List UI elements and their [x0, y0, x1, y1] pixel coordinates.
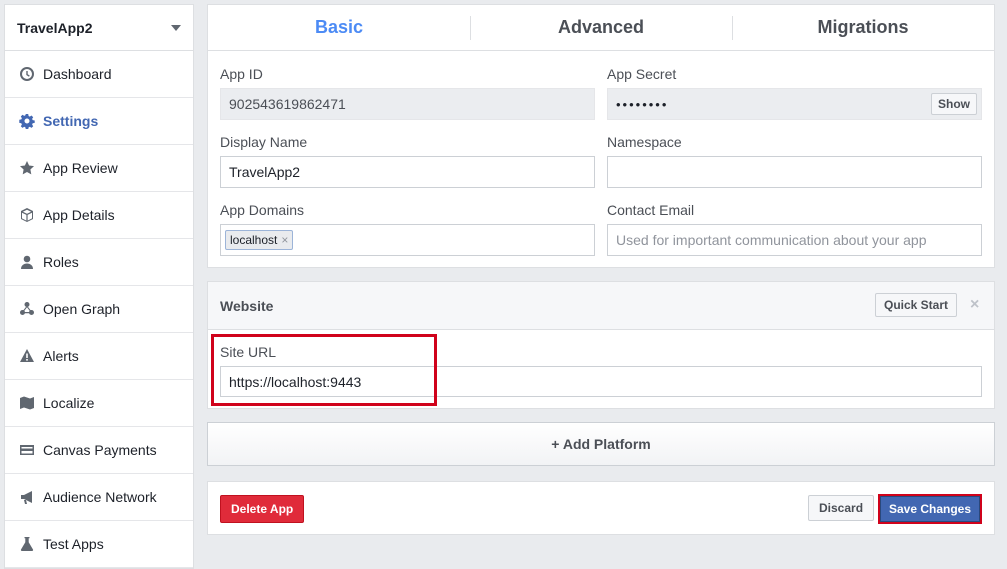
quick-start-button[interactable]: Quick Start	[875, 293, 958, 317]
sidebar-item-localize[interactable]: Localize	[5, 380, 193, 427]
sidebar-item-alerts[interactable]: Alerts	[5, 333, 193, 380]
tab-advanced[interactable]: Advanced	[470, 5, 732, 50]
star-icon	[18, 160, 35, 177]
user-icon	[18, 254, 35, 271]
namespace-input[interactable]	[607, 156, 982, 188]
sidebar-item-audience-network[interactable]: Audience Network	[5, 474, 193, 521]
save-highlight: Save Changes	[878, 494, 982, 524]
flask-icon	[18, 536, 35, 553]
sidebar-item-open-graph[interactable]: Open Graph	[5, 286, 193, 333]
app-name: TravelApp2	[17, 19, 93, 36]
sidebar-item-test-apps[interactable]: Test Apps	[5, 521, 193, 568]
sidebar-item-canvas-payments[interactable]: Canvas Payments	[5, 427, 193, 474]
app-id-field: 902543619862471	[220, 88, 595, 120]
tab-basic[interactable]: Basic	[208, 5, 470, 50]
sidebar-item-roles[interactable]: Roles	[5, 239, 193, 286]
warning-icon	[18, 348, 35, 365]
namespace-label: Namespace	[607, 134, 682, 150]
app-secret-label: App Secret	[607, 66, 677, 82]
dashboard-icon	[18, 66, 35, 83]
caret-down-icon	[171, 24, 181, 31]
cube-icon	[18, 207, 35, 224]
contact-email-label: Contact Email	[607, 202, 695, 218]
app-selector[interactable]: TravelApp2	[5, 5, 193, 51]
sidebar: TravelApp2 Dashboard Settings App Review…	[4, 4, 194, 569]
tab-migrations[interactable]: Migrations	[732, 5, 994, 50]
sidebar-item-settings[interactable]: Settings	[5, 98, 193, 145]
show-secret-button[interactable]: Show	[931, 93, 977, 115]
settings-panel: Basic Advanced Migrations App ID 9025436…	[207, 4, 995, 268]
app-domains-label: App Domains	[220, 202, 305, 218]
megaphone-icon	[18, 489, 35, 506]
save-changes-button[interactable]: Save Changes	[880, 496, 980, 522]
sidebar-item-app-details[interactable]: App Details	[5, 192, 193, 239]
website-header: Website Quick Start ×	[208, 282, 994, 330]
app-domains-input[interactable]: localhost ×	[220, 224, 595, 256]
website-title: Website	[220, 297, 274, 314]
tab-bar: Basic Advanced Migrations	[208, 5, 994, 51]
graph-icon	[18, 301, 35, 318]
app-id-label: App ID	[220, 66, 263, 82]
sidebar-item-dashboard[interactable]: Dashboard	[5, 51, 193, 98]
close-icon[interactable]: ×	[970, 296, 979, 314]
discard-button[interactable]: Discard	[808, 495, 875, 521]
app-secret-field: •••••••• Show	[607, 88, 982, 120]
domain-tag: localhost ×	[225, 230, 294, 250]
contact-email-input[interactable]: Used for important communication about y…	[607, 224, 982, 256]
map-icon	[18, 395, 35, 412]
remove-tag-icon[interactable]: ×	[281, 233, 288, 247]
footer-actions: Delete App Discard Save Changes	[207, 481, 995, 535]
card-icon	[18, 442, 35, 459]
gear-icon	[18, 113, 35, 130]
sidebar-item-app-review[interactable]: App Review	[5, 145, 193, 192]
site-url-highlight	[211, 334, 437, 406]
display-name-label: Display Name	[220, 134, 308, 150]
delete-app-button[interactable]: Delete App	[220, 495, 305, 523]
display-name-input[interactable]: TravelApp2	[220, 156, 595, 188]
add-platform-button[interactable]: + Add Platform	[207, 422, 995, 466]
